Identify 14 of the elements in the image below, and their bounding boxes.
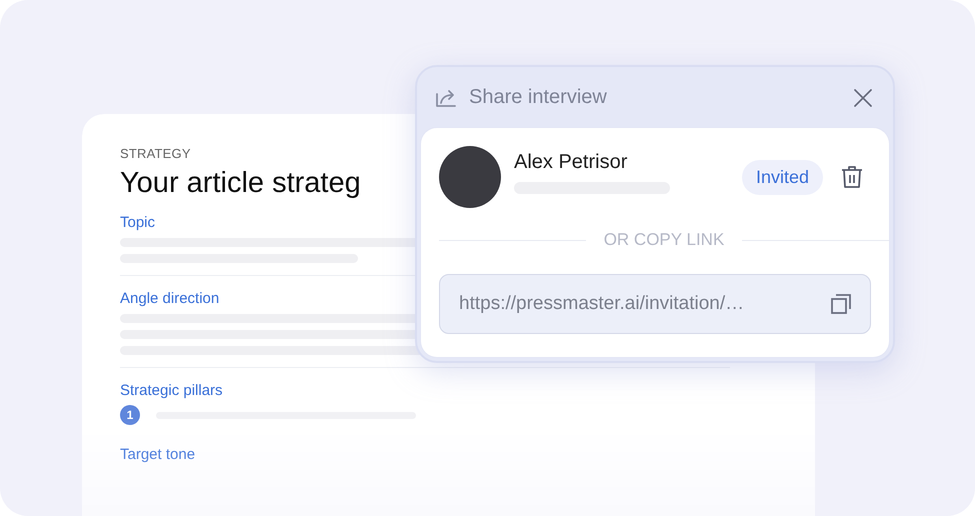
- card-title: Your article strateg: [120, 167, 361, 200]
- link-text: https://pressmaster.ai/invitation/…: [459, 293, 746, 315]
- section-label[interactable]: Target tone: [120, 446, 730, 463]
- close-button[interactable]: [853, 88, 873, 108]
- divider-label: OR COPY LINK: [604, 230, 724, 250]
- section-label[interactable]: Strategic pillars: [120, 382, 730, 399]
- status-badge: Invited: [742, 160, 823, 194]
- copy-button[interactable]: [830, 293, 852, 315]
- link-field[interactable]: https://pressmaster.ai/invitation/…: [439, 274, 871, 334]
- dialog-title: Share interview: [469, 86, 608, 109]
- number-badge: 1: [120, 405, 140, 425]
- delete-button[interactable]: [841, 165, 863, 189]
- share-icon: [435, 88, 457, 108]
- invitee-name: Alex Petrisor: [514, 150, 628, 174]
